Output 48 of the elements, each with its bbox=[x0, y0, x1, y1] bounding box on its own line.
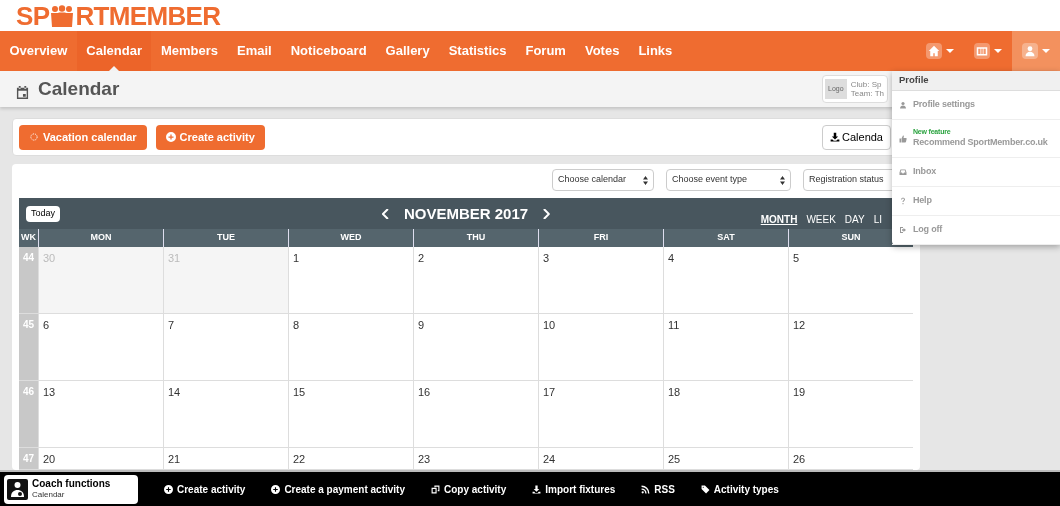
filter-select[interactable]: Choose calendar bbox=[552, 169, 654, 191]
home-icon bbox=[928, 45, 940, 57]
today-button[interactable]: Today bbox=[26, 205, 61, 222]
user-icon bbox=[899, 101, 907, 109]
log-out-icon bbox=[899, 226, 907, 234]
coach-action-link[interactable]: RSS bbox=[641, 481, 675, 497]
next-icon[interactable] bbox=[542, 209, 551, 220]
thumbs-up-icon bbox=[899, 134, 907, 143]
people-icon bbox=[49, 4, 76, 27]
caret-icon bbox=[946, 47, 954, 55]
group-icon bbox=[976, 45, 988, 57]
card-subtitle: Calendar bbox=[32, 489, 66, 500]
coach-icon bbox=[7, 478, 28, 500]
page-title: Calendar bbox=[38, 76, 120, 101]
sun-icon bbox=[29, 132, 39, 142]
nav-menu-button[interactable] bbox=[1012, 31, 1060, 71]
view-tab[interactable]: WEEK bbox=[806, 212, 836, 227]
column-header: WK bbox=[20, 231, 37, 245]
export-button[interactable]: Calenda bbox=[822, 124, 891, 150]
copy-icon bbox=[431, 484, 440, 494]
menu-header: Profile bbox=[892, 71, 1060, 91]
card-title: Coach functions bbox=[32, 478, 111, 489]
view-tab[interactable]: MONTH bbox=[760, 212, 798, 227]
user-icon bbox=[1024, 45, 1036, 57]
view-tab[interactable]: DAY bbox=[844, 212, 865, 227]
club-name: Club: Sp bbox=[850, 80, 883, 89]
team-name: Team: Th bbox=[850, 89, 884, 98]
download-icon bbox=[830, 132, 840, 142]
rss-icon bbox=[641, 484, 651, 494]
coach-action-link[interactable]: Activity types bbox=[700, 481, 779, 497]
coach-action-link[interactable]: Import fixtures bbox=[532, 481, 616, 497]
inbox-icon bbox=[899, 168, 907, 176]
question-icon bbox=[899, 197, 907, 205]
coach-action-link[interactable]: Copy activity bbox=[431, 481, 507, 497]
calendar-icon bbox=[16, 85, 29, 99]
caret-icon bbox=[1042, 47, 1050, 55]
coach-functions-card[interactable]: Coach functions Calendar bbox=[4, 474, 138, 504]
previous-icon[interactable] bbox=[381, 209, 390, 220]
sort-icon bbox=[780, 175, 785, 185]
caret-icon bbox=[994, 47, 1002, 55]
coach-action-link[interactable]: Create a payment activity bbox=[271, 481, 405, 497]
filter-select[interactable]: Choose event type bbox=[666, 169, 791, 191]
download-icon bbox=[532, 484, 542, 494]
view-tab[interactable]: LI bbox=[873, 212, 882, 227]
tags-icon bbox=[700, 484, 710, 494]
month-title: NOVEMBER 2017 bbox=[403, 204, 529, 224]
coach-action-link[interactable]: Create activity bbox=[164, 481, 246, 497]
sort-icon bbox=[643, 175, 648, 185]
